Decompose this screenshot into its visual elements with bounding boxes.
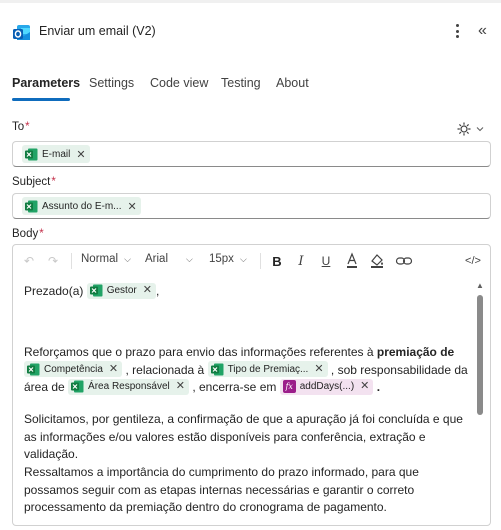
font-family-dropdown[interactable]: Arial ⌵	[145, 253, 193, 265]
editor-toolbar: ↶ ↷ Normal ⌵ Arial ⌵ 15px ⌵ B I U </>	[13, 245, 490, 277]
font-color-icon[interactable]	[343, 251, 361, 271]
tab-code-view[interactable]: Code view	[150, 76, 208, 90]
toolbar-divider	[260, 253, 261, 269]
token-label: Assunto do E-m...	[42, 200, 122, 212]
to-label: To*	[12, 121, 30, 133]
italic-icon[interactable]: I	[292, 251, 310, 271]
link-icon[interactable]	[394, 251, 414, 271]
required-marker: *	[39, 228, 44, 240]
editor-scrollbar[interactable]: ▲	[475, 281, 485, 521]
to-field[interactable]: E-mail ✕	[12, 141, 491, 167]
font-size-dropdown[interactable]: 15px ⌵	[209, 253, 247, 265]
tab-about[interactable]: About	[276, 76, 309, 90]
token-competencia[interactable]: Competência ✕	[24, 361, 123, 379]
remove-token-icon[interactable]: ✕	[360, 378, 369, 396]
scroll-up-arrow-icon[interactable]: ▲	[476, 281, 484, 290]
scrollbar-thumb[interactable]	[477, 295, 483, 415]
active-tab-indicator	[12, 98, 70, 101]
highlight-icon[interactable]	[368, 251, 386, 271]
excel-icon	[25, 200, 38, 212]
subject-label: Subject*	[12, 176, 56, 188]
excel-icon	[25, 148, 38, 160]
excel-icon	[210, 363, 224, 376]
gear-icon[interactable]	[456, 121, 486, 137]
token-tipo-premiacao[interactable]: Tipo de Premiaç... ✕	[207, 361, 328, 379]
body-editor[interactable]: ↶ ↷ Normal ⌵ Arial ⌵ 15px ⌵ B I U </> Preza…	[12, 244, 491, 526]
paragraph-2: Solicitamos, por gentileza, a confirmaçã…	[24, 412, 463, 461]
token-area-responsavel[interactable]: Área Responsável ✕	[68, 378, 189, 396]
excel-icon	[71, 380, 84, 393]
remove-token-icon[interactable]: ✕	[76, 148, 85, 161]
tab-settings[interactable]: Settings	[89, 76, 134, 90]
more-options-icon[interactable]	[450, 22, 464, 40]
remove-token-icon[interactable]: ✕	[314, 361, 323, 379]
tab-testing[interactable]: Testing	[221, 76, 261, 90]
excel-icon	[27, 363, 40, 376]
top-border	[0, 0, 501, 3]
required-marker: *	[51, 176, 56, 188]
toolbar-divider	[71, 253, 72, 269]
remove-token-icon[interactable]: ✕	[127, 200, 136, 213]
underline-icon[interactable]: U	[317, 251, 335, 271]
excel-icon	[89, 284, 103, 297]
code-view-icon[interactable]: </>	[463, 251, 483, 271]
undo-icon[interactable]: ↶	[21, 251, 37, 271]
tab-parameters[interactable]: Parameters	[12, 76, 80, 90]
paragraph-1: Reforçamos que o prazo para envio das in…	[24, 345, 468, 396]
token-email[interactable]: E-mail ✕	[22, 145, 90, 163]
remove-token-icon[interactable]: ✕	[143, 282, 152, 300]
outlook-icon	[13, 25, 30, 40]
remove-token-icon[interactable]: ✕	[176, 378, 185, 396]
token-subject[interactable]: Assunto do E-m... ✕	[22, 197, 141, 215]
paragraph-3: Ressaltamos a importância do cumprimento…	[24, 465, 419, 514]
required-marker: *	[25, 121, 30, 133]
paragraph-style-dropdown[interactable]: Normal ⌵	[81, 253, 131, 265]
action-header: Enviar um email (V2) «	[0, 16, 501, 46]
token-gestor[interactable]: Gestor ✕	[86, 282, 156, 300]
action-title: Enviar um email (V2)	[39, 24, 156, 38]
remove-token-icon[interactable]: ✕	[109, 361, 118, 379]
greeting-line: Prezado(a) Gestor ✕ ,	[24, 282, 160, 300]
token-label: E-mail	[42, 148, 71, 160]
bold-icon[interactable]: B	[268, 251, 286, 271]
subject-field[interactable]: Assunto do E-m... ✕	[12, 193, 491, 219]
expression-icon: fx	[282, 380, 296, 394]
redo-icon[interactable]: ↷	[45, 251, 61, 271]
collapse-panel-icon[interactable]: «	[478, 21, 494, 41]
token-add-days[interactable]: fx addDays(...) ✕	[279, 378, 374, 396]
body-label: Body*	[12, 228, 44, 240]
